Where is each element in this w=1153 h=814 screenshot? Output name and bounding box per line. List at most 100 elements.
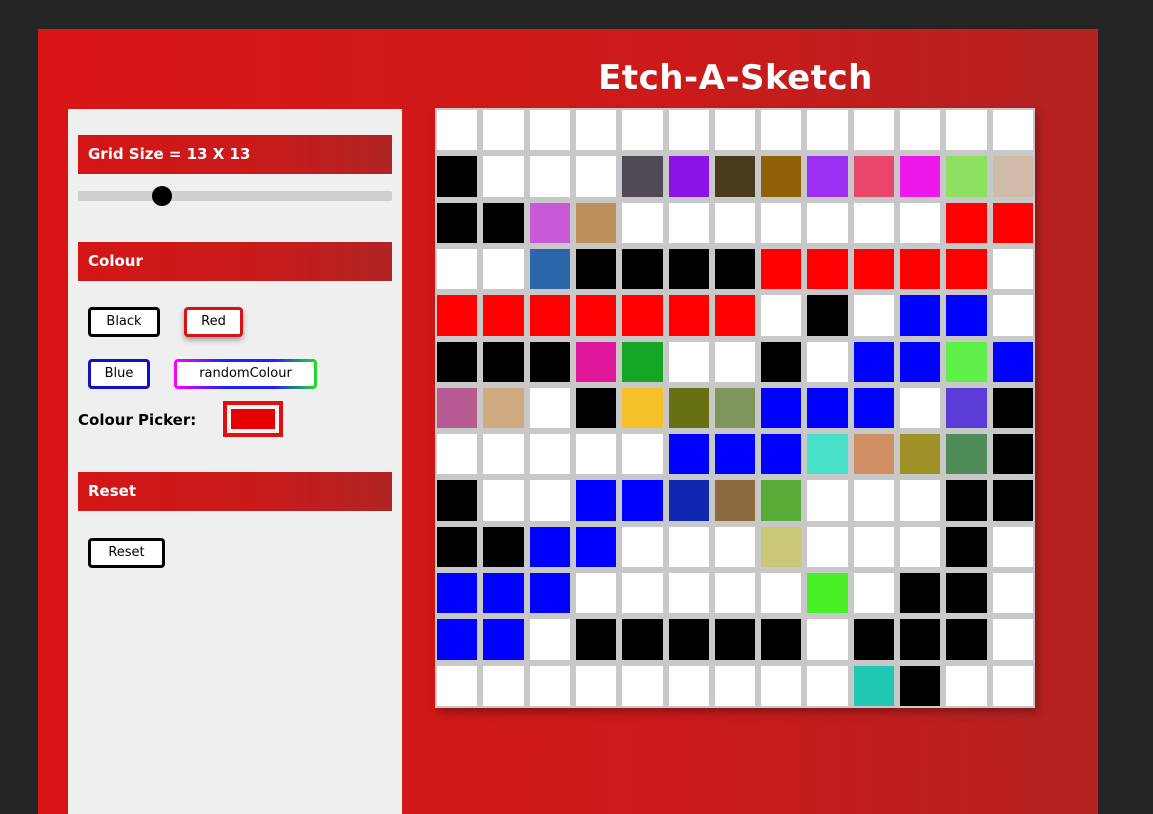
grid-cell[interactable]	[946, 248, 987, 290]
grid-cell[interactable]	[900, 573, 941, 614]
grid-cell[interactable]	[622, 619, 663, 660]
grid-cell[interactable]	[529, 202, 570, 243]
grid-cell[interactable]	[575, 202, 617, 243]
grid-cell[interactable]	[714, 434, 756, 475]
grid-cell[interactable]	[622, 526, 663, 568]
grid-cell[interactable]	[483, 573, 524, 614]
grid-cell[interactable]	[529, 295, 570, 336]
grid-cell[interactable]	[437, 387, 478, 429]
grid-cell[interactable]	[622, 110, 663, 151]
grid-cell[interactable]	[622, 156, 663, 197]
grid-cell[interactable]	[668, 341, 709, 382]
grid-cell[interactable]	[761, 110, 802, 151]
grid-cell[interactable]	[668, 665, 709, 706]
grid-cell[interactable]	[622, 434, 663, 475]
grid-cell[interactable]	[807, 295, 848, 336]
grid-cell[interactable]	[900, 295, 941, 336]
grid-cell[interactable]	[668, 573, 709, 614]
grid-cell[interactable]	[946, 619, 987, 660]
grid-cell[interactable]	[714, 295, 756, 336]
sketch-grid[interactable]	[435, 108, 1035, 708]
grid-cell[interactable]	[437, 434, 478, 475]
grid-cell[interactable]	[853, 202, 895, 243]
grid-cell[interactable]	[714, 619, 756, 660]
grid-cell[interactable]	[668, 619, 709, 660]
grid-cell[interactable]	[575, 573, 617, 614]
grid-cell[interactable]	[761, 202, 802, 243]
grid-cell[interactable]	[483, 434, 524, 475]
grid-cell[interactable]	[900, 110, 941, 151]
grid-cell[interactable]	[992, 526, 1033, 568]
grid-cell[interactable]	[483, 480, 524, 521]
grid-cell[interactable]	[853, 573, 895, 614]
grid-cell[interactable]	[575, 110, 617, 151]
grid-cell[interactable]	[946, 526, 987, 568]
grid-cell[interactable]	[807, 526, 848, 568]
grid-cell[interactable]	[807, 341, 848, 382]
grid-cell[interactable]	[529, 110, 570, 151]
grid-cell[interactable]	[946, 202, 987, 243]
grid-cell[interactable]	[807, 480, 848, 521]
grid-cell[interactable]	[992, 248, 1033, 290]
grid-cell[interactable]	[437, 341, 478, 382]
grid-cell[interactable]	[714, 202, 756, 243]
grid-cell[interactable]	[575, 665, 617, 706]
reset-button[interactable]: Reset	[88, 538, 165, 568]
grid-cell[interactable]	[483, 387, 524, 429]
grid-cell[interactable]	[622, 665, 663, 706]
grid-cell[interactable]	[807, 248, 848, 290]
grid-cell[interactable]	[622, 387, 663, 429]
grid-cell[interactable]	[437, 573, 478, 614]
grid-cell[interactable]	[714, 480, 756, 521]
grid-cell[interactable]	[529, 526, 570, 568]
grid-cell[interactable]	[622, 295, 663, 336]
grid-cell[interactable]	[900, 526, 941, 568]
colour-picker-input[interactable]	[223, 401, 283, 437]
grid-cell[interactable]	[714, 110, 756, 151]
grid-cell[interactable]	[529, 387, 570, 429]
grid-cell[interactable]	[761, 480, 802, 521]
grid-cell[interactable]	[622, 202, 663, 243]
grid-cell[interactable]	[853, 434, 895, 475]
grid-cell[interactable]	[807, 110, 848, 151]
grid-cell[interactable]	[992, 434, 1033, 475]
grid-cell[interactable]	[622, 248, 663, 290]
grid-cell[interactable]	[946, 341, 987, 382]
grid-cell[interactable]	[668, 480, 709, 521]
grid-cell[interactable]	[575, 295, 617, 336]
blue-button[interactable]: Blue	[88, 359, 150, 389]
grid-cell[interactable]	[622, 573, 663, 614]
grid-cell[interactable]	[946, 665, 987, 706]
grid-cell[interactable]	[992, 480, 1033, 521]
grid-cell[interactable]	[853, 526, 895, 568]
grid-cell[interactable]	[900, 434, 941, 475]
grid-cell[interactable]	[807, 665, 848, 706]
grid-cell[interactable]	[483, 619, 524, 660]
grid-cell[interactable]	[807, 573, 848, 614]
grid-cell[interactable]	[437, 619, 478, 660]
grid-cell[interactable]	[761, 665, 802, 706]
grid-cell[interactable]	[946, 295, 987, 336]
grid-cell[interactable]	[437, 480, 478, 521]
grid-cell[interactable]	[761, 619, 802, 660]
grid-cell[interactable]	[529, 434, 570, 475]
grid-cell[interactable]	[992, 202, 1033, 243]
grid-cell[interactable]	[437, 295, 478, 336]
grid-cell[interactable]	[761, 434, 802, 475]
grid-cell[interactable]	[761, 248, 802, 290]
grid-cell[interactable]	[946, 156, 987, 197]
grid-cell[interactable]	[437, 156, 478, 197]
grid-cell[interactable]	[992, 619, 1033, 660]
grid-cell[interactable]	[714, 248, 756, 290]
grid-cell[interactable]	[575, 248, 617, 290]
grid-cell[interactable]	[714, 665, 756, 706]
grid-cell[interactable]	[946, 387, 987, 429]
grid-cell[interactable]	[483, 110, 524, 151]
grid-cell[interactable]	[853, 387, 895, 429]
red-button[interactable]: Red	[184, 307, 243, 337]
grid-cell[interactable]	[900, 665, 941, 706]
grid-cell[interactable]	[853, 295, 895, 336]
black-button[interactable]: Black	[88, 307, 160, 337]
grid-cell[interactable]	[529, 665, 570, 706]
grid-cell[interactable]	[575, 480, 617, 521]
